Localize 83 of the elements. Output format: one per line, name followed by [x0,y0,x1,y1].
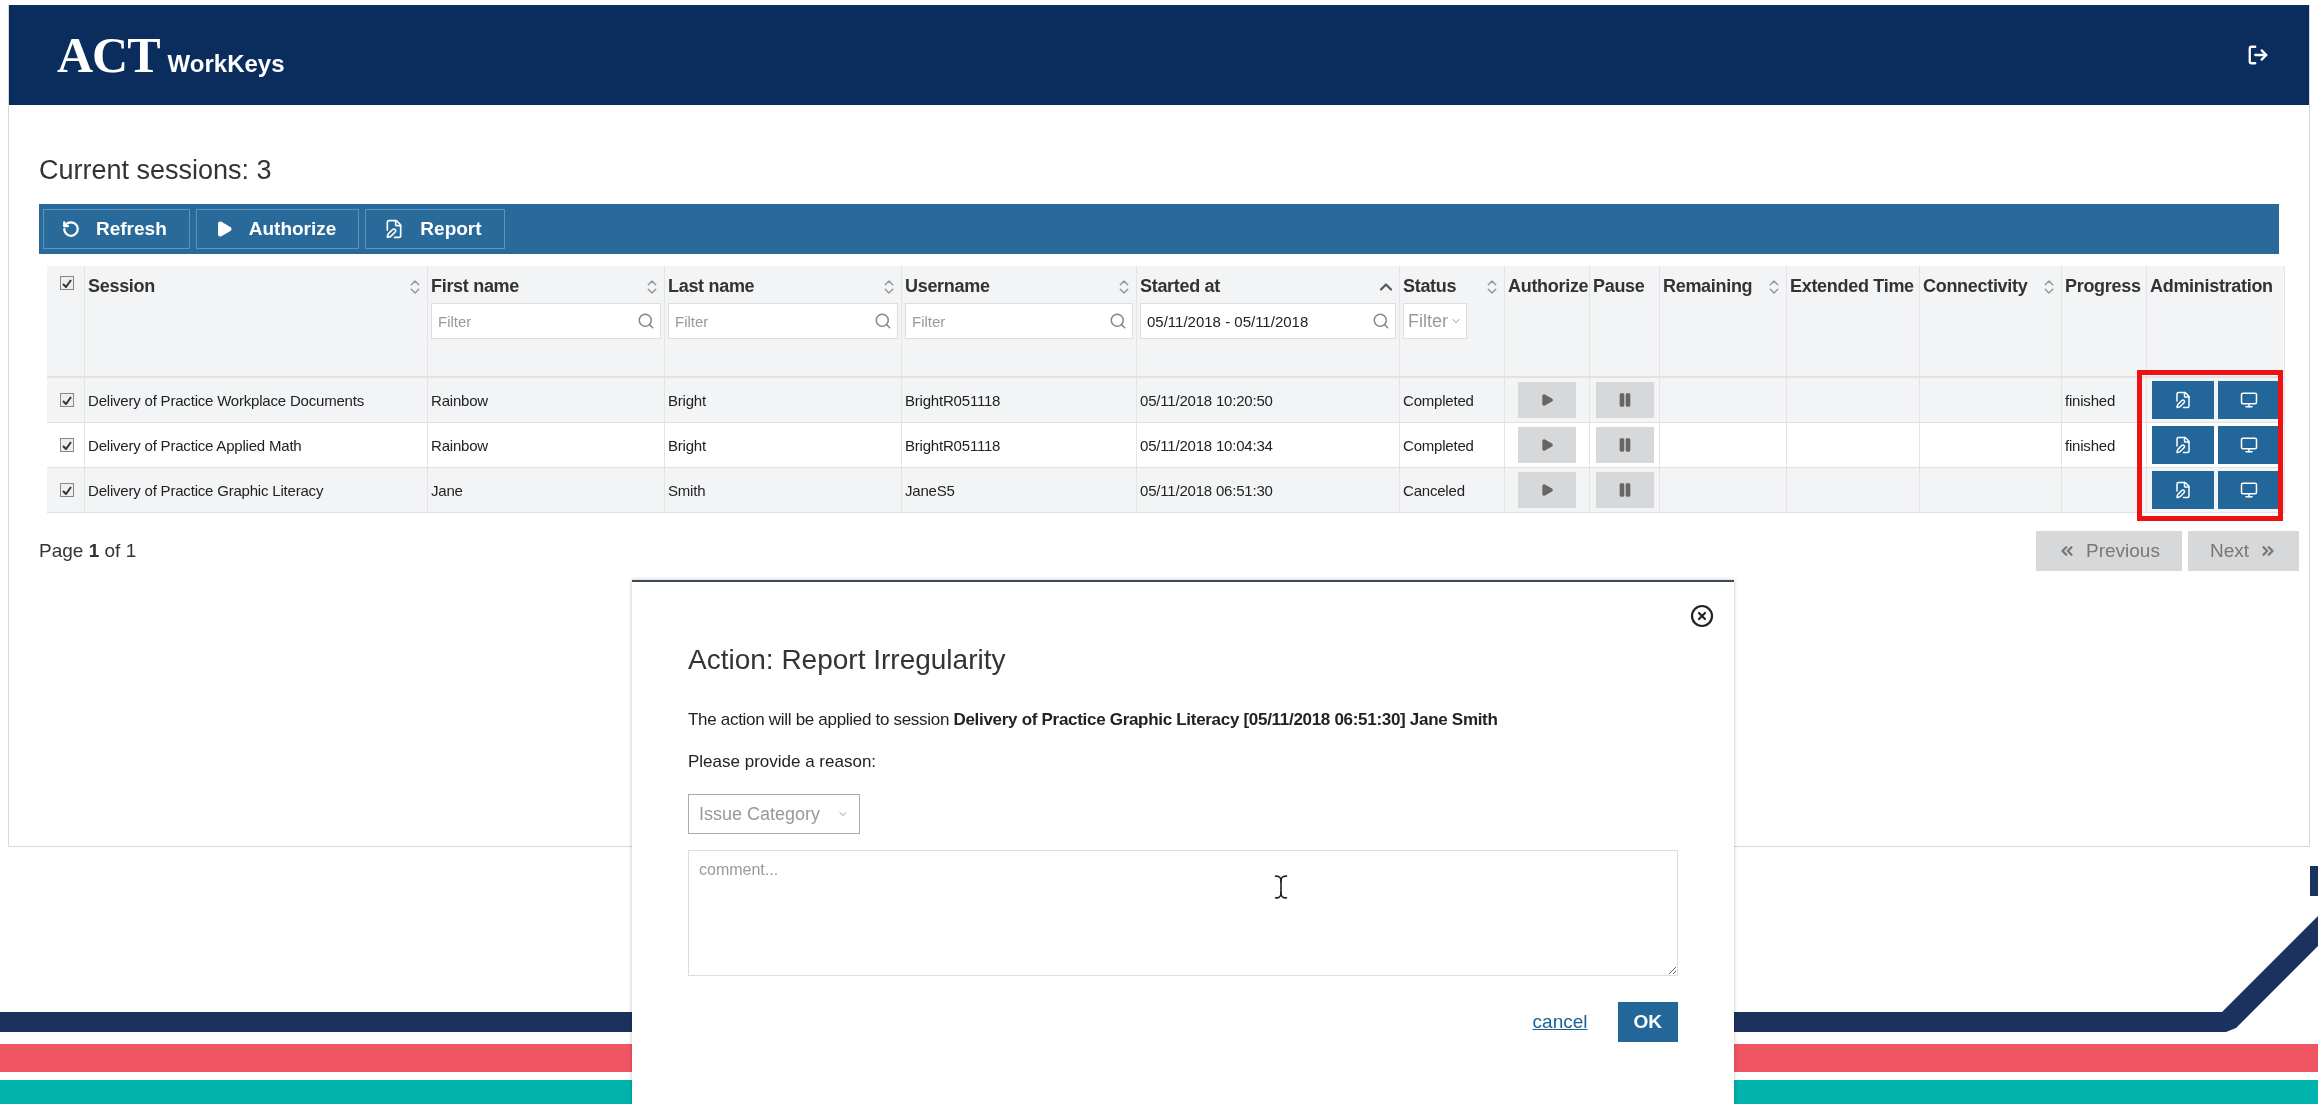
authorize-button[interactable]: Authorize [195,209,360,249]
play-icon [1540,483,1554,497]
play-icon [1540,393,1554,407]
last-name: Bright [668,391,706,409]
page-indicator: Page 1 of 1 [39,540,137,562]
column-header: Connectivity [1923,276,2028,297]
search-icon [637,312,655,330]
document-pen-icon [2173,436,2192,454]
checkbox[interactable] [60,393,74,407]
checkmark-icon [62,440,72,450]
monitor-button[interactable] [2217,381,2280,419]
checkmark-icon [62,278,72,288]
document-pen-icon [2173,391,2192,409]
username: BrightR051118 [905,391,1001,409]
first-name: Jane [431,481,463,499]
document-pen-icon [2173,481,2192,499]
completion-text: finished [2065,391,2116,409]
page-title: Current sessions: 3 [39,155,273,186]
report-button[interactable] [2151,381,2214,419]
first-name: Rainbow [431,391,488,409]
filter-field[interactable]: 05/11/2018 - 05/11/2018 [1140,303,1396,339]
filter-field[interactable]: Filter [431,303,661,339]
checkmark-icon [62,395,72,405]
completion-text: finished [2065,436,2116,454]
session-name: Delivery of Practice Workplace Documents [88,391,364,409]
monitor-button[interactable] [2217,426,2280,464]
dialog-title: Action: Report Irregularity [688,644,1007,676]
report-button[interactable] [2151,471,2214,509]
column-header: Started at [1140,276,1221,297]
start-time: 05/11/2018 10:20:50 [1140,391,1273,409]
search-icon [1372,312,1390,330]
monitor-button[interactable] [2217,471,2280,509]
session-name: Delivery of Practice Graphic Literacy [88,481,324,499]
column-header: Authorize [1508,276,1589,297]
start-time: 05/11/2018 06:51:30 [1140,481,1273,499]
last-name: Bright [668,436,706,454]
document-pen-icon [384,219,405,239]
username: BrightR051118 [905,436,1001,454]
refresh-button[interactable]: Refresh [43,209,190,249]
cancel-link[interactable]: cancel [1532,1011,1588,1033]
checkbox[interactable] [60,483,74,497]
column-header: Status [1403,276,1457,297]
report-button[interactable] [2151,426,2214,464]
column-header: Session [88,276,155,297]
column-header: Administration [2150,276,2273,297]
play-icon [1540,438,1554,452]
start-time: 05/11/2018 10:04:34 [1140,436,1273,454]
column-header: Last name [668,276,755,297]
product-name: WorkKeys [167,50,285,78]
logout-icon [2247,44,2269,66]
checkbox[interactable] [60,438,74,452]
checkbox[interactable] [60,276,74,290]
session-name: Delivery of Practice Applied Math [88,436,302,454]
search-icon [874,312,892,330]
checkmark-icon [62,485,72,495]
column-header: Progress [2065,276,2141,297]
column-header: Pause [1593,276,1645,297]
monitor-icon [2239,436,2258,454]
status: Completed [1403,436,1474,454]
close-button[interactable] [1690,604,1714,628]
column-header: First name [431,276,520,297]
logo: ACT [57,26,160,84]
refresh-icon [62,220,80,238]
status: Canceled [1403,481,1465,499]
monitor-icon [2239,391,2258,409]
column-header: Remaining [1663,276,1753,297]
close-icon [1690,604,1714,628]
status: Completed [1403,391,1474,409]
comment-field[interactable]: comment... [688,850,1678,976]
last-name: Smith [668,481,706,499]
dialog-message: The action will be applied to session Delivery of Practice Graphic Literacy [05/11/2018 06:51:30] Jane Smith [688,710,1499,730]
search-icon [1109,312,1127,330]
column-header: Username [905,276,990,297]
first-name: Rainbow [431,436,488,454]
username: JaneS5 [905,481,955,499]
monitor-icon [2239,481,2258,499]
ok-button[interactable]: OK [1617,1002,1678,1042]
issue-category-dropdown[interactable]: Issue Category [688,794,860,834]
report-button[interactable]: Report [365,209,505,249]
filter-field[interactable]: Filter [668,303,898,339]
reason-prompt: Please provide a reason: [688,752,878,772]
filter-field[interactable]: Filter [905,303,1133,339]
column-header: Extended Time [1790,276,1914,297]
